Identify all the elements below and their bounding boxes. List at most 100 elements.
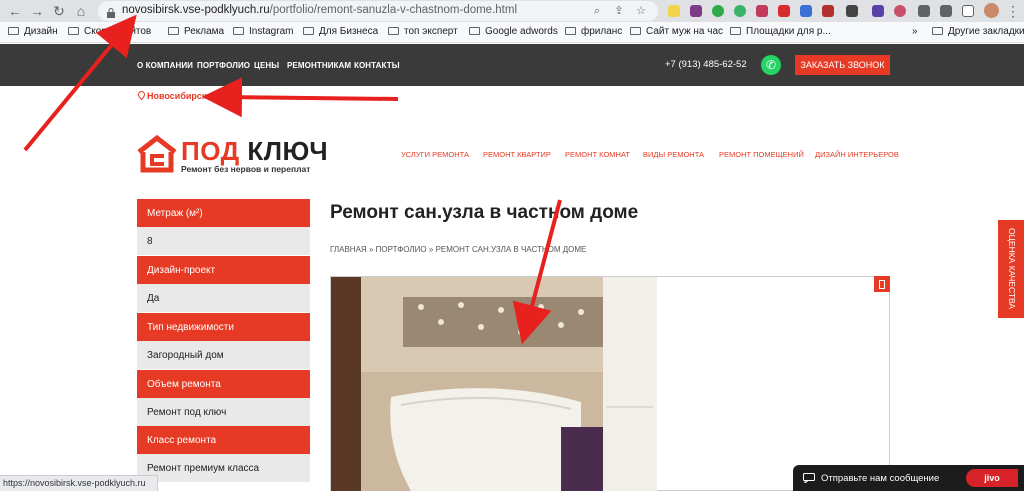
media-icon[interactable] <box>940 5 952 17</box>
bookmark-item[interactable]: Для Бизнеса <box>303 26 378 37</box>
extension-icon[interactable] <box>846 5 858 17</box>
bookmark-label: Реклама <box>184 26 225 37</box>
chat-prompt: Отправьте нам сообщение <box>821 473 940 484</box>
profile-avatar[interactable] <box>984 3 999 18</box>
extension-icon[interactable] <box>712 5 724 17</box>
bookmark-item[interactable]: Дизайн <box>8 26 58 37</box>
breadcrumb-separator: » <box>368 245 374 254</box>
folder-icon <box>388 27 399 35</box>
bookmark-item[interactable]: Площадки для р... <box>730 26 831 37</box>
menu-rooms[interactable]: РЕМОНТ КОМНАТ <box>565 150 630 159</box>
menu-repair-types[interactable]: ВИДЫ РЕМОНТА <box>643 150 704 159</box>
nav-about[interactable]: О КОМПАНИИ <box>137 61 193 70</box>
bookmark-label: Площадки для р... <box>746 26 831 37</box>
city-label: Новосибирск <box>147 91 207 101</box>
url-text: novosibirsk.vse-podklyuch.ru/portfolio/r… <box>122 4 517 16</box>
bookmark-label: Скорост айтов <box>84 26 152 37</box>
breadcrumb-portfolio[interactable]: ПОРТФОЛИО <box>376 245 427 254</box>
bathroom-photo[interactable] <box>331 277 657 491</box>
menu-apartments[interactable]: РЕМОНТ КВАРТИР <box>483 150 551 159</box>
spec-label: Дизайн-проект <box>137 256 310 284</box>
bookmark-item[interactable]: Скорост айтов <box>68 26 151 37</box>
breadcrumb: ГЛАВНАЯ » ПОРТФОЛИО » РЕМОНТ САН.УЗЛА В … <box>330 245 586 254</box>
location-pin-icon <box>137 90 146 101</box>
breadcrumb-separator: » <box>428 245 434 254</box>
extension-icon[interactable] <box>668 5 680 17</box>
breadcrumb-current: РЕМОНТ САН.УЗЛА В ЧАСТНОМ ДОМЕ <box>435 245 587 254</box>
quality-rating-tab[interactable]: ОЦЕНКА КАЧЕСТВА <box>998 220 1024 318</box>
extension-icon[interactable] <box>894 5 906 17</box>
extension-icon[interactable] <box>872 5 884 17</box>
spec-value: Ремонт под ключ <box>137 398 310 426</box>
chat-widget[interactable]: Отправьте нам сообщение jivo <box>793 465 1024 491</box>
bookmark-label: топ эксперт <box>404 26 458 37</box>
spec-value: Да <box>137 284 310 312</box>
forward-icon[interactable]: → <box>28 2 46 20</box>
jivo-logo: jivo <box>966 469 1018 487</box>
nav-portfolio[interactable]: ПОРТФОЛИО <box>197 61 250 70</box>
spec-label: Объем ремонта <box>137 370 310 398</box>
menu-services[interactable]: УСЛУГИ РЕМОНТА <box>401 150 469 159</box>
bookmark-label: Google adwords <box>485 26 558 37</box>
extension-icon[interactable] <box>690 5 702 17</box>
nav-for-contractors[interactable]: РЕМОНТНИКАМ <box>287 61 351 70</box>
folder-icon <box>565 27 576 35</box>
bookmark-item[interactable]: топ эксперт <box>388 26 458 37</box>
spec-label: Тип недвижимости <box>137 313 310 341</box>
folder-icon <box>469 27 480 35</box>
spec-value: Загородный дом <box>137 341 310 369</box>
nav-prices[interactable]: ЦЕНЫ <box>254 61 279 70</box>
whatsapp-icon[interactable]: ✆ <box>761 55 781 75</box>
bookmark-item[interactable]: Сайт муж на час <box>630 26 723 37</box>
spec-value: 8 <box>137 227 310 255</box>
extension-icon[interactable] <box>734 5 746 17</box>
logo-title[interactable]: ПОД КЛЮЧ <box>181 137 328 165</box>
bookmark-label: Сайт муж на час <box>646 26 724 37</box>
folder-icon <box>630 27 641 35</box>
bookmark-item[interactable]: фриланс <box>565 26 622 37</box>
folder-icon <box>68 27 79 35</box>
fullscreen-icon[interactable] <box>874 276 890 292</box>
bookmarks-more[interactable]: » <box>912 26 918 37</box>
extension-icon[interactable] <box>756 5 768 17</box>
search-icon[interactable]: ⌕ <box>588 2 606 20</box>
bookmarks-bar: Дизайн Скорост айтов Реклама Instagram Д… <box>0 22 1024 43</box>
sidebar-toggle-icon[interactable] <box>962 5 974 17</box>
menu-premises[interactable]: РЕМОНТ ПОМЕЩЕНИЙ <box>719 150 804 159</box>
extension-icon[interactable] <box>822 5 834 17</box>
spec-value: Ремонт премиум класса <box>137 454 310 482</box>
phone-number[interactable]: +7 (913) 485-62-52 <box>665 59 747 70</box>
photo-gallery[interactable] <box>330 276 890 491</box>
logo-house-icon[interactable] <box>137 134 177 174</box>
back-icon[interactable]: ← <box>6 2 24 20</box>
bookmark-item[interactable]: Реклама <box>168 26 224 37</box>
share-icon[interactable]: ⇪ <box>610 2 628 20</box>
address-bar[interactable]: novosibirsk.vse-podklyuch.ru/portfolio/r… <box>98 1 658 21</box>
bookmark-label: Дизайн <box>24 26 58 37</box>
folder-icon <box>932 27 943 35</box>
extension-icon[interactable] <box>800 5 812 17</box>
url-host: novosibirsk.vse-podklyuch.ru <box>122 4 270 16</box>
menu-interior-design[interactable]: ДИЗАЙН ИНТЕРЬЕРОВ <box>815 150 899 159</box>
reload-icon[interactable]: ↻ <box>50 2 68 20</box>
bookmark-item[interactable]: Instagram <box>233 26 293 37</box>
city-selector[interactable]: Новосибирск <box>137 90 207 101</box>
site-top-nav: О КОМПАНИИ ПОРТФОЛИО ЦЕНЫ РЕМОНТНИКАМ КО… <box>0 44 1024 86</box>
order-call-button[interactable]: ЗАКАЗАТЬ ЗВОНОК <box>795 55 890 75</box>
quality-rating-label: ОЦЕНКА КАЧЕСТВА <box>1007 228 1017 310</box>
menu-icon[interactable]: ⋮ <box>1004 2 1022 20</box>
extension-icon[interactable] <box>778 5 790 17</box>
breadcrumb-home[interactable]: ГЛАВНАЯ <box>330 245 367 254</box>
puzzle-icon[interactable] <box>918 5 930 17</box>
folder-icon <box>730 27 741 35</box>
star-icon[interactable]: ☆ <box>632 2 650 20</box>
folder-icon <box>168 27 179 35</box>
home-icon[interactable]: ⌂ <box>72 2 90 20</box>
bookmark-item[interactable]: Google adwords <box>469 26 558 37</box>
bookmark-label: Instagram <box>249 26 294 37</box>
folder-icon <box>303 27 314 35</box>
bookmark-label: Для Бизнеса <box>319 26 379 37</box>
nav-contacts[interactable]: КОНТАКТЫ <box>354 61 400 70</box>
browser-toolbar: ← → ↻ ⌂ novosibirsk.vse-podklyuch.ru/por… <box>0 0 1024 22</box>
other-bookmarks[interactable]: Другие закладки <box>932 26 1024 37</box>
